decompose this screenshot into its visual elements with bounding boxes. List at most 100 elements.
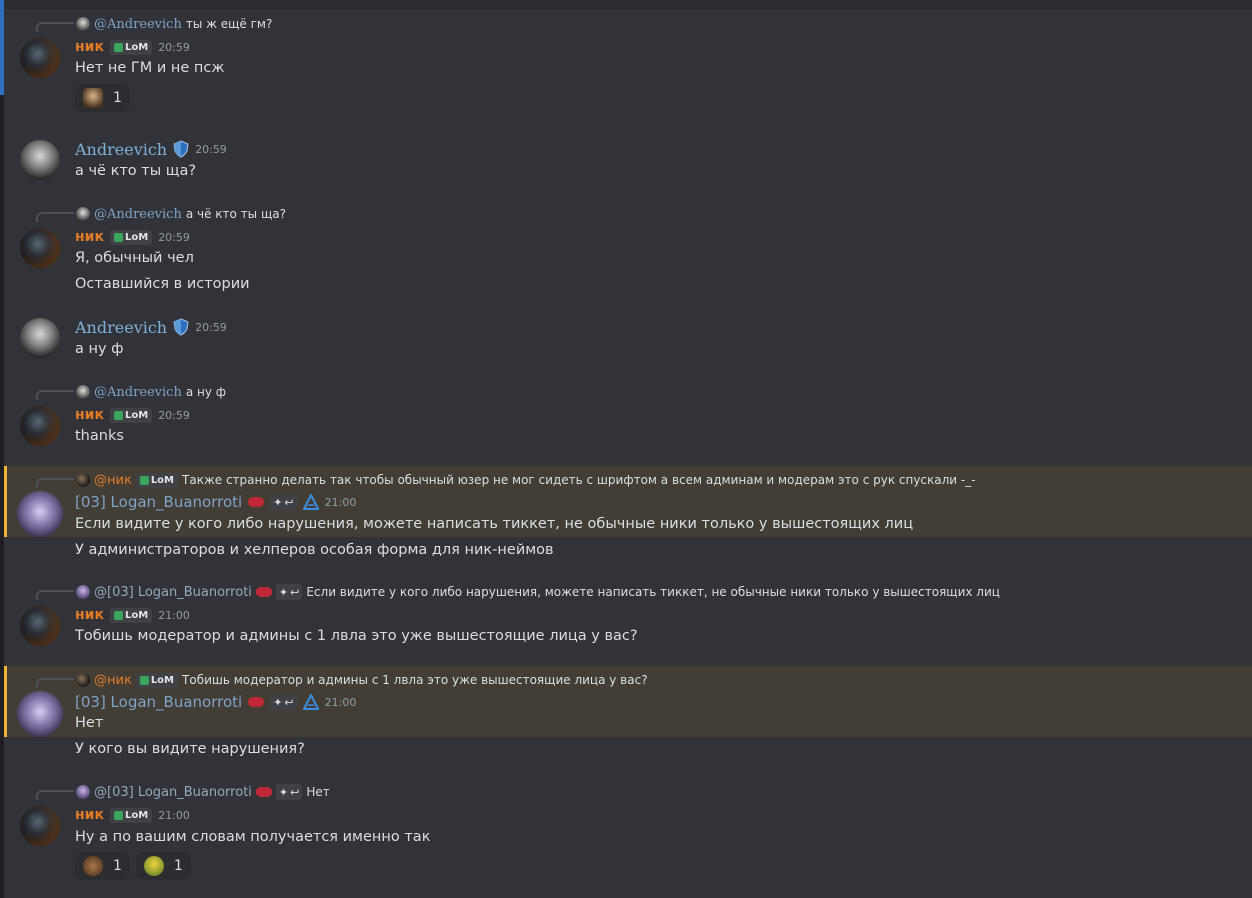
reply-text: Тобишь модератор и админы с 1 лвла это у… bbox=[182, 673, 648, 687]
mushroom-icon bbox=[139, 475, 149, 485]
reply-author[interactable]: @ник bbox=[94, 473, 132, 488]
username[interactable]: ник bbox=[75, 807, 104, 823]
reply-avatar bbox=[76, 785, 90, 799]
reply-preview[interactable]: @[03] Logan_Buanorroti ✦ ↩ Если видите у … bbox=[76, 583, 1000, 601]
shield-icon bbox=[173, 140, 189, 158]
clan-badges: ✦ ↩ bbox=[275, 784, 303, 800]
username[interactable]: ник bbox=[75, 407, 104, 423]
star-icon: ✦ bbox=[273, 695, 283, 709]
avatar[interactable] bbox=[20, 806, 60, 846]
message-header: [03] Logan_Buanorroti ✦ ↩ 21:00 bbox=[75, 492, 356, 512]
message-content: thanks bbox=[75, 428, 124, 444]
reply-preview[interactable]: @Andreevich а чё кто ты ща? bbox=[76, 205, 286, 223]
avatar[interactable] bbox=[20, 606, 60, 646]
avatar[interactable] bbox=[17, 691, 63, 737]
reply-text: Нет bbox=[306, 785, 330, 799]
message-header: ник LoM 20:59 bbox=[75, 37, 190, 57]
reaction-count: 1 bbox=[113, 858, 122, 874]
a-logo-icon bbox=[302, 494, 319, 510]
reply-author[interactable]: @Andreevich bbox=[94, 17, 182, 32]
timestamp[interactable]: 20:59 bbox=[195, 143, 227, 156]
reply-author[interactable]: @[03] Logan_Buanorroti bbox=[94, 785, 252, 800]
guild-tag-label: LoM bbox=[124, 231, 149, 243]
message: @[03] Logan_Buanorroti ✦ ↩ Если видите у … bbox=[4, 578, 1252, 653]
timestamp[interactable]: 21:00 bbox=[325, 496, 357, 509]
channel-header-edge bbox=[4, 0, 1252, 9]
reply-author[interactable]: @Andreevich bbox=[94, 207, 182, 222]
guild-tag[interactable]: LoM bbox=[109, 807, 153, 823]
username[interactable]: [03] Logan_Buanorroti bbox=[75, 693, 242, 711]
guild-tag-label: LoM bbox=[150, 474, 175, 486]
mushroom-icon bbox=[113, 232, 123, 242]
username[interactable]: Andreevich bbox=[75, 140, 167, 159]
hook-icon: ↩ bbox=[284, 695, 294, 709]
avatar[interactable] bbox=[20, 406, 60, 446]
username[interactable]: ник bbox=[75, 229, 104, 245]
reply-text: а чё кто ты ща? bbox=[185, 207, 286, 221]
username[interactable]: ник bbox=[75, 39, 104, 55]
reply-avatar bbox=[76, 17, 90, 31]
red-lips-icon bbox=[248, 697, 265, 707]
bear-emoji-icon bbox=[83, 856, 103, 876]
message-mention-highlight: @ник LoM Тобишь модератор и админы с 1 л… bbox=[4, 666, 1252, 737]
avatar[interactable] bbox=[20, 38, 60, 78]
avatar[interactable] bbox=[20, 318, 60, 358]
message-header: Andreevich 20:59 bbox=[75, 317, 227, 337]
timestamp[interactable]: 20:59 bbox=[195, 321, 227, 334]
guild-tag-label: LoM bbox=[124, 41, 149, 53]
avatar[interactable] bbox=[20, 140, 60, 180]
red-lips-icon bbox=[255, 587, 272, 597]
message: @Andreevich а чё кто ты ща? ник LoM 20:5… bbox=[4, 200, 1252, 300]
clan-badges[interactable]: ✦ ↩ bbox=[270, 694, 297, 710]
person-emoji-icon bbox=[83, 88, 103, 108]
message-content: Ну а по вашим словам получается именно т… bbox=[75, 829, 431, 845]
reply-connector bbox=[36, 590, 74, 600]
reaction[interactable]: 1 bbox=[135, 852, 191, 880]
reply-preview[interactable]: @Andreevich ты ж ещё гм? bbox=[76, 15, 272, 33]
timestamp[interactable]: 21:00 bbox=[158, 809, 190, 822]
username[interactable]: Andreevich bbox=[75, 318, 167, 337]
reply-author[interactable]: @[03] Logan_Buanorroti bbox=[94, 585, 252, 600]
username[interactable]: ник bbox=[75, 607, 104, 623]
star-icon: ✦ bbox=[278, 585, 289, 599]
guild-tag[interactable]: LoM bbox=[135, 472, 179, 488]
clan-badges[interactable]: ✦ ↩ bbox=[270, 494, 297, 510]
reply-avatar bbox=[76, 585, 90, 599]
timestamp[interactable]: 21:00 bbox=[158, 609, 190, 622]
reply-preview[interactable]: @Andreevich а ну ф bbox=[76, 383, 226, 401]
timestamp[interactable]: 20:59 bbox=[158, 231, 190, 244]
reply-preview[interactable]: @ник LoM Тобишь модератор и админы с 1 л… bbox=[76, 671, 648, 689]
guild-tag[interactable]: LoM bbox=[109, 39, 153, 55]
reply-preview[interactable]: @ник LoM Также странно делать так чтобы … bbox=[76, 471, 976, 489]
reaction-count: 1 bbox=[173, 858, 183, 874]
reply-author[interactable]: @ник bbox=[94, 673, 132, 688]
hook-icon: ↩ bbox=[290, 585, 300, 599]
avatar[interactable] bbox=[20, 228, 60, 268]
message-content: Нет не ГМ и не псж bbox=[75, 60, 225, 76]
reply-connector bbox=[36, 478, 74, 488]
reaction[interactable]: 1 bbox=[75, 852, 130, 880]
reaction[interactable]: 1 bbox=[75, 84, 130, 112]
username[interactable]: [03] Logan_Buanorroti bbox=[75, 493, 242, 511]
timestamp[interactable]: 20:59 bbox=[158, 409, 190, 422]
reply-author[interactable]: @Andreevich bbox=[94, 385, 182, 400]
reply-text: Также странно делать так чтобы обычный ю… bbox=[182, 473, 976, 487]
guild-tag[interactable]: LoM bbox=[109, 407, 153, 423]
guild-tag[interactable]: LoM bbox=[109, 229, 153, 245]
guild-tag-label: LoM bbox=[124, 409, 149, 421]
a-logo-icon bbox=[302, 694, 319, 710]
timestamp[interactable]: 21:00 bbox=[325, 696, 357, 709]
reply-connector bbox=[36, 790, 74, 800]
reactions: 1 1 bbox=[75, 852, 191, 880]
guild-tag[interactable]: LoM bbox=[135, 672, 179, 688]
reply-preview[interactable]: @[03] Logan_Buanorroti ✦ ↩ Нет bbox=[76, 783, 330, 801]
avatar[interactable] bbox=[17, 491, 63, 537]
message-header: ник LoM 21:00 bbox=[75, 805, 190, 825]
timestamp[interactable]: 20:59 bbox=[158, 41, 190, 54]
message-content: Я, обычный чел bbox=[75, 250, 194, 266]
guild-tag[interactable]: LoM bbox=[109, 607, 153, 623]
message: @Andreevich ты ж ещё гм? ник LoM 20:59 Н… bbox=[4, 10, 1252, 120]
mushroom-icon bbox=[139, 675, 149, 685]
message-content: У администраторов и хелперов особая форм… bbox=[75, 542, 554, 558]
guild-tag-label: LoM bbox=[124, 809, 149, 821]
